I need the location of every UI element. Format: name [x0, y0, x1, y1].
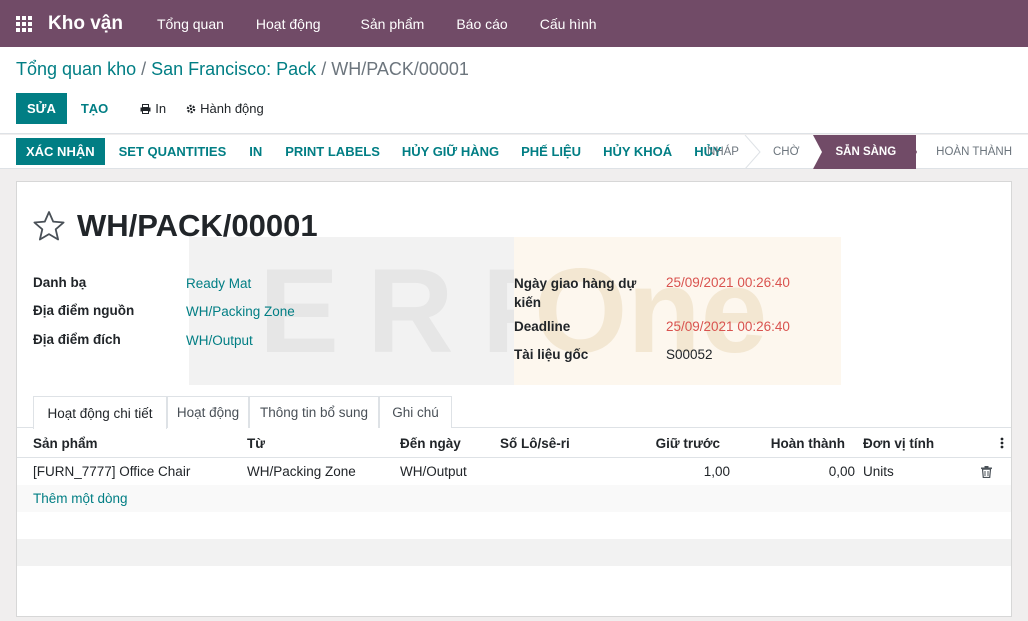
menu-overview[interactable]: Tổng quan — [141, 16, 240, 32]
source-document-label: Tài liệu gốc — [514, 347, 589, 362]
set-quantities-button[interactable]: SET QUANTITIES — [108, 144, 238, 159]
breadcrumb: Tổng quan kho / San Francisco: Pack / WH… — [16, 59, 469, 80]
cell-done: 0,00 — [828, 464, 855, 479]
form-sheet: ERP One WH/PACK/00001 Danh bạ Ready Mat … — [16, 181, 1012, 617]
unreserve-button[interactable]: HỦY GIỮ HÀNG — [391, 144, 510, 159]
delete-row-button[interactable] — [981, 458, 992, 485]
breadcrumb-separator: / — [136, 59, 152, 79]
scheduled-date-value[interactable]: 25/09/2021 00:26:40 — [666, 275, 790, 290]
add-line-link[interactable]: Thêm một dòng — [33, 485, 128, 512]
edit-button[interactable]: SỬA — [16, 93, 67, 124]
tab-note[interactable]: Ghi chú — [379, 396, 452, 428]
kebab-menu-icon — [1000, 437, 1004, 449]
menu-operations[interactable]: Hoạt động — [240, 16, 337, 32]
apps-menu-icon[interactable] — [0, 0, 48, 47]
source-document-value[interactable]: S00052 — [666, 347, 713, 362]
confirm-button[interactable]: XÁC NHẬN — [16, 138, 105, 165]
print-button[interactable]: In — [130, 93, 176, 124]
stage-done-label: HOÀN THÀNH — [936, 146, 1012, 158]
scrap-button[interactable]: PHẾ LIỆU — [510, 144, 592, 159]
stage-arrow-icon — [908, 135, 918, 169]
control-buttons: SỬA TẠO In Hành động — [16, 93, 274, 124]
column-product[interactable]: Sản phẩm — [33, 428, 98, 458]
column-from[interactable]: Từ — [247, 428, 265, 458]
status-bar: XÁC NHẬN SET QUANTITIES IN PRINT LABELS … — [0, 135, 1028, 169]
star-icon[interactable] — [33, 210, 65, 242]
source-location-value[interactable]: WH/Packing Zone — [186, 304, 295, 319]
action-button[interactable]: Hành động — [176, 93, 274, 124]
print-labels-button[interactable]: PRINT LABELS — [274, 144, 391, 159]
tab-additional-info[interactable]: Thông tin bổ sung — [249, 396, 379, 428]
top-navbar: Kho vận Tổng quan Hoạt động Sản phẩm Báo… — [0, 0, 1028, 47]
stage-waiting[interactable]: CHỜ — [753, 135, 813, 169]
cell-from: WH/Packing Zone — [247, 464, 356, 479]
gear-icon — [186, 104, 196, 113]
column-reserved[interactable]: Giữ trước — [617, 428, 720, 458]
cell-product: [FURN_7777] Office Chair — [33, 464, 191, 479]
cell-reserved: 1,00 — [703, 464, 730, 479]
unlock-button[interactable]: HỦY KHOÁ — [592, 144, 683, 159]
column-uom[interactable]: Đơn vị tính — [863, 428, 934, 458]
print-icon — [140, 103, 151, 114]
contact-value[interactable]: Ready Mat — [186, 276, 251, 291]
app-brand[interactable]: Kho vận — [48, 13, 123, 35]
menu-products[interactable]: Sản phẩm — [337, 16, 441, 32]
stage-arrow-icon — [744, 135, 761, 169]
empty-row — [17, 512, 1011, 539]
stage-draft-label: NHÁP — [707, 146, 739, 158]
destination-location-value[interactable]: WH/Output — [186, 333, 253, 348]
stage-ready-label: SẴN SÀNG — [835, 146, 897, 158]
menu-reporting[interactable]: Báo cáo — [440, 16, 523, 32]
table-row[interactable]: [FURN_7777] Office Chair WH/Packing Zone… — [17, 458, 1011, 485]
print-status-button[interactable]: IN — [237, 144, 274, 159]
column-lot-serial[interactable]: Số Lô/sê-ri — [500, 428, 570, 458]
title-row: WH/PACK/00001 — [33, 208, 318, 244]
breadcrumb-pack[interactable]: San Francisco: Pack — [151, 59, 316, 79]
column-done[interactable]: Hoàn thành — [737, 428, 845, 458]
breadcrumb-overview[interactable]: Tổng quan kho — [16, 59, 136, 79]
stage-pipeline: NHÁP CHỜ SẴN SÀNG HOÀN THÀNH — [697, 135, 1028, 169]
breadcrumb-separator: / — [316, 59, 332, 79]
tab-operations[interactable]: Hoạt động — [167, 396, 249, 428]
stage-done[interactable]: HOÀN THÀNH — [916, 135, 1028, 169]
trash-icon — [981, 465, 992, 478]
stage-ready[interactable]: SẴN SÀNG — [813, 135, 918, 169]
breadcrumb-current: WH/PACK/00001 — [331, 59, 469, 79]
deadline-value[interactable]: 25/09/2021 00:26:40 — [666, 319, 790, 334]
column-to[interactable]: Đến ngày — [400, 428, 461, 458]
destination-location-label: Địa điểm đích — [33, 332, 121, 347]
menu-configuration[interactable]: Cấu hình — [524, 16, 613, 32]
source-location-label: Địa điểm nguồn — [33, 303, 135, 318]
control-panel: Tổng quan kho / San Francisco: Pack / WH… — [0, 47, 1028, 134]
status-buttons: XÁC NHẬN SET QUANTITIES IN PRINT LABELS … — [0, 135, 733, 169]
stage-draft[interactable]: NHÁP — [697, 135, 761, 169]
scheduled-date-label: Ngày giao hàng dự kiến — [514, 276, 637, 310]
column-options-icon[interactable] — [1000, 428, 1004, 458]
notebook-tabs: Hoạt động chi tiết Hoạt động Thông tin b… — [17, 396, 1011, 429]
empty-row — [17, 539, 1011, 566]
add-line-row: Thêm một dòng — [17, 485, 1011, 512]
print-label: In — [155, 101, 167, 116]
empty-row — [17, 566, 1011, 593]
stage-waiting-label: CHỜ — [772, 146, 800, 158]
cell-uom: Units — [863, 464, 894, 479]
record-title: WH/PACK/00001 — [77, 208, 318, 243]
deadline-label: Deadline — [514, 319, 571, 334]
create-button[interactable]: TẠO — [67, 93, 122, 124]
table-header: Sản phẩm Từ Đến ngày Số Lô/sê-ri Giữ trư… — [17, 428, 1011, 458]
action-label: Hành động — [200, 101, 264, 116]
contact-label: Danh bạ — [33, 275, 87, 290]
cell-to: WH/Output — [400, 464, 467, 479]
stage-notch-icon — [813, 135, 823, 169]
tab-detailed-operations[interactable]: Hoạt động chi tiết — [33, 396, 167, 429]
